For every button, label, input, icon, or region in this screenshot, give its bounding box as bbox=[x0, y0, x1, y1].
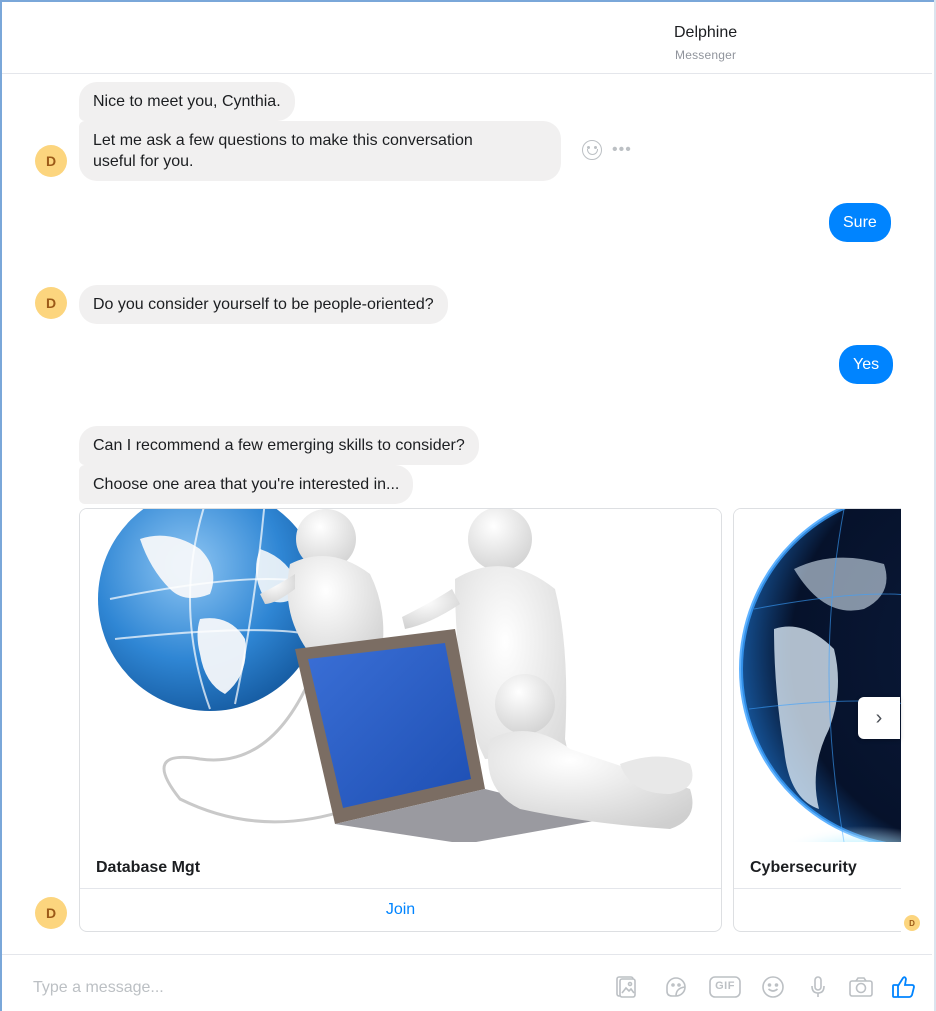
conversation-header: Delphine Messenger bbox=[2, 2, 932, 74]
chevron-right-icon: › bbox=[875, 706, 883, 729]
gif-label: GIF bbox=[715, 980, 735, 992]
incoming-message[interactable]: Can I recommend a few emerging skills to… bbox=[79, 426, 479, 465]
gif-icon[interactable]: GIF bbox=[708, 973, 742, 1001]
bot-avatar[interactable]: D bbox=[35, 287, 67, 319]
message-text: Sure bbox=[843, 214, 877, 231]
join-button[interactable]: Join bbox=[80, 889, 721, 931]
message-text: Can I recommend a few emerging skills to… bbox=[93, 437, 465, 454]
contact-subtitle: Messenger bbox=[675, 48, 737, 62]
card-divider bbox=[734, 888, 901, 889]
carousel-next-button[interactable]: › bbox=[858, 697, 900, 739]
message-input[interactable]: Type a message... bbox=[33, 979, 164, 997]
bot-avatar[interactable]: D bbox=[35, 145, 67, 177]
card-image[interactable] bbox=[734, 509, 901, 842]
message-text: Let me ask a few questions to make this … bbox=[93, 132, 473, 149]
incoming-message[interactable]: Let me ask a few questions to make this … bbox=[79, 121, 561, 181]
incoming-message[interactable]: Do you consider yourself to be people-or… bbox=[79, 285, 448, 324]
more-options-icon[interactable]: ••• bbox=[612, 142, 632, 158]
camera-icon[interactable] bbox=[847, 973, 875, 1001]
card-title: Database Mgt bbox=[96, 859, 201, 876]
bot-avatar[interactable]: D bbox=[35, 897, 67, 929]
microphone-icon[interactable] bbox=[804, 973, 832, 1001]
message-text: Nice to meet you, Cynthia. bbox=[93, 93, 281, 110]
outgoing-message[interactable]: Yes bbox=[839, 345, 894, 384]
message-text: Yes bbox=[853, 356, 880, 373]
message-text: Choose one area that you're interested i… bbox=[93, 476, 400, 493]
carousel-card[interactable]: Database Mgt Join bbox=[79, 508, 722, 932]
digital-globe-image bbox=[734, 509, 901, 842]
thumbs-up-icon[interactable] bbox=[890, 973, 918, 1001]
message-text: useful for you. bbox=[93, 153, 194, 170]
seen-avatar: D bbox=[904, 915, 920, 931]
incoming-message[interactable]: Choose one area that you're interested i… bbox=[79, 465, 414, 504]
message-composer: Type a message... GIF bbox=[2, 954, 932, 1011]
outgoing-message[interactable]: Sure bbox=[829, 203, 891, 242]
message-actions: ••• bbox=[582, 140, 632, 160]
emoji-icon[interactable] bbox=[759, 973, 787, 1001]
sticker-icon[interactable] bbox=[662, 973, 690, 1001]
incoming-message[interactable]: Nice to meet you, Cynthia. bbox=[79, 82, 295, 121]
card-title: Cybersecurity bbox=[750, 859, 857, 876]
message-text: Do you consider yourself to be people-or… bbox=[93, 296, 434, 313]
contact-name[interactable]: Delphine bbox=[674, 24, 737, 42]
photo-icon[interactable] bbox=[612, 973, 640, 1001]
card-image[interactable] bbox=[80, 509, 721, 842]
people-with-globe-and-laptop-image bbox=[80, 509, 721, 842]
react-emoji-icon[interactable] bbox=[582, 140, 602, 160]
